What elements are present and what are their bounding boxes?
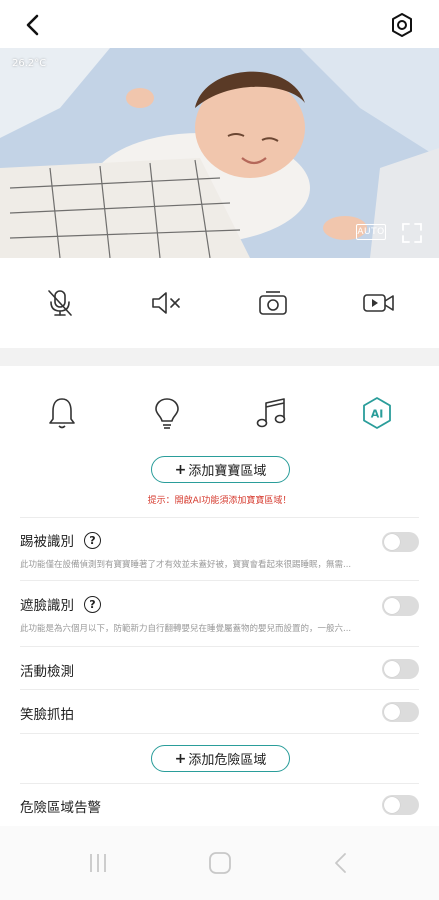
fullscreen-icon (402, 223, 422, 243)
music-icon (256, 398, 286, 428)
toggle-knob (384, 797, 400, 813)
smile-capture-toggle[interactable] (382, 702, 419, 722)
setting-smile-capture: 笑臉抓拍 (20, 699, 419, 727)
activity-detection-toggle[interactable] (382, 659, 419, 679)
temperature-readout: 26.2°C (12, 58, 47, 69)
gear-icon (392, 13, 412, 37)
settings-button[interactable] (387, 10, 417, 40)
toggle-knob (384, 534, 400, 550)
snapshot-button[interactable] (255, 285, 291, 321)
divider (20, 689, 419, 690)
toggle-knob (384, 704, 400, 720)
kick-detection-toggle[interactable] (382, 532, 419, 552)
divider (20, 517, 419, 518)
section-divider (0, 348, 439, 366)
system-nav-bar (0, 826, 439, 900)
chevron-left-icon (26, 14, 39, 36)
home-button[interactable] (200, 843, 240, 883)
setting-kick-detection: 踢被識別 ? 此功能僅在設備偵測到有寶寶睡著了才有效並未蓋好被，寶寶會看起來很踢… (20, 528, 419, 572)
tab-night-light[interactable] (147, 393, 187, 433)
setting-description: 此功能僅在設備偵測到有寶寶睡著了才有效並未蓋好被，寶寶會看起來很踢睡眠，無需..… (20, 560, 352, 570)
add-baby-zone-label: 添加寶寶區域 (188, 464, 267, 479)
speaker-mute-icon (152, 292, 181, 314)
recent-apps-button[interactable] (78, 843, 118, 883)
setting-activity-detection: 活動檢測 (20, 656, 419, 684)
top-bar (0, 0, 439, 48)
divider (20, 783, 419, 784)
toggle-knob (384, 598, 400, 614)
ai-label: AI (371, 408, 384, 421)
plus-icon: + (174, 750, 187, 767)
setting-title-row: 踢被識別 ? (20, 530, 101, 550)
back-button[interactable] (18, 10, 48, 40)
mic-button[interactable] (42, 285, 78, 321)
camera-controls (0, 258, 439, 348)
setting-title: 活動檢測 (20, 664, 74, 680)
ai-icon: AI (363, 397, 391, 429)
snapshot-icon (258, 291, 287, 315)
feature-tabs: AI (0, 366, 439, 460)
fullscreen-button[interactable] (401, 222, 423, 244)
add-baby-zone-button[interactable]: + 添加寶寶區域 (151, 456, 290, 483)
divider (20, 580, 419, 581)
setting-title: 笑臉抓拍 (20, 707, 74, 723)
mic-off-icon (48, 290, 72, 316)
divider (20, 646, 419, 647)
help-icon[interactable]: ? (84, 595, 101, 613)
live-video[interactable]: 26.2°C AUTO (0, 48, 439, 258)
help-icon[interactable]: ? (84, 531, 101, 549)
setting-danger-zone-alert: 危險區域告警 (20, 792, 419, 820)
tab-ai[interactable]: AI (357, 393, 397, 433)
home-icon (208, 852, 231, 874)
record-video-icon (363, 294, 394, 312)
setting-title-row: 遮臉識別 ? (20, 594, 101, 614)
plus-icon: + (174, 461, 187, 478)
add-danger-zone-button[interactable]: + 添加危險區域 (151, 745, 290, 772)
setting-title: 踢被識別 (20, 534, 74, 550)
setting-description: 此功能是為六個月以下，防範新力自行翻轉嬰兒在睡覺屬蓋物的嬰兒而設置的，一般六..… (20, 624, 352, 634)
tab-lullaby[interactable] (252, 393, 292, 433)
back-arrow-icon (335, 853, 346, 873)
speaker-button[interactable] (148, 285, 184, 321)
system-back-button[interactable] (321, 843, 361, 883)
setting-title: 遮臉識別 (20, 598, 74, 614)
record-button[interactable] (361, 285, 397, 321)
ai-zone-hint: 提示：開啟AI功能須添加寶寶區域！ (147, 496, 292, 506)
setting-title: 危險區域告警 (20, 800, 101, 816)
setting-face-cover-detection: 遮臉識別 ? 此功能是為六個月以下，防範新力自行翻轉嬰兒在睡覺屬蓋物的嬰兒而設置… (20, 592, 419, 636)
face-cover-toggle[interactable] (382, 596, 419, 616)
danger-zone-toggle[interactable] (382, 795, 419, 815)
toggle-knob (384, 661, 400, 677)
recent-apps-icon (90, 854, 106, 872)
tab-alarm[interactable] (42, 393, 82, 433)
bell-icon (49, 398, 75, 429)
divider (20, 733, 419, 734)
video-quality-badge[interactable]: AUTO (356, 224, 386, 240)
add-danger-zone-label: 添加危險區域 (188, 753, 267, 768)
lightbulb-icon (155, 398, 179, 429)
